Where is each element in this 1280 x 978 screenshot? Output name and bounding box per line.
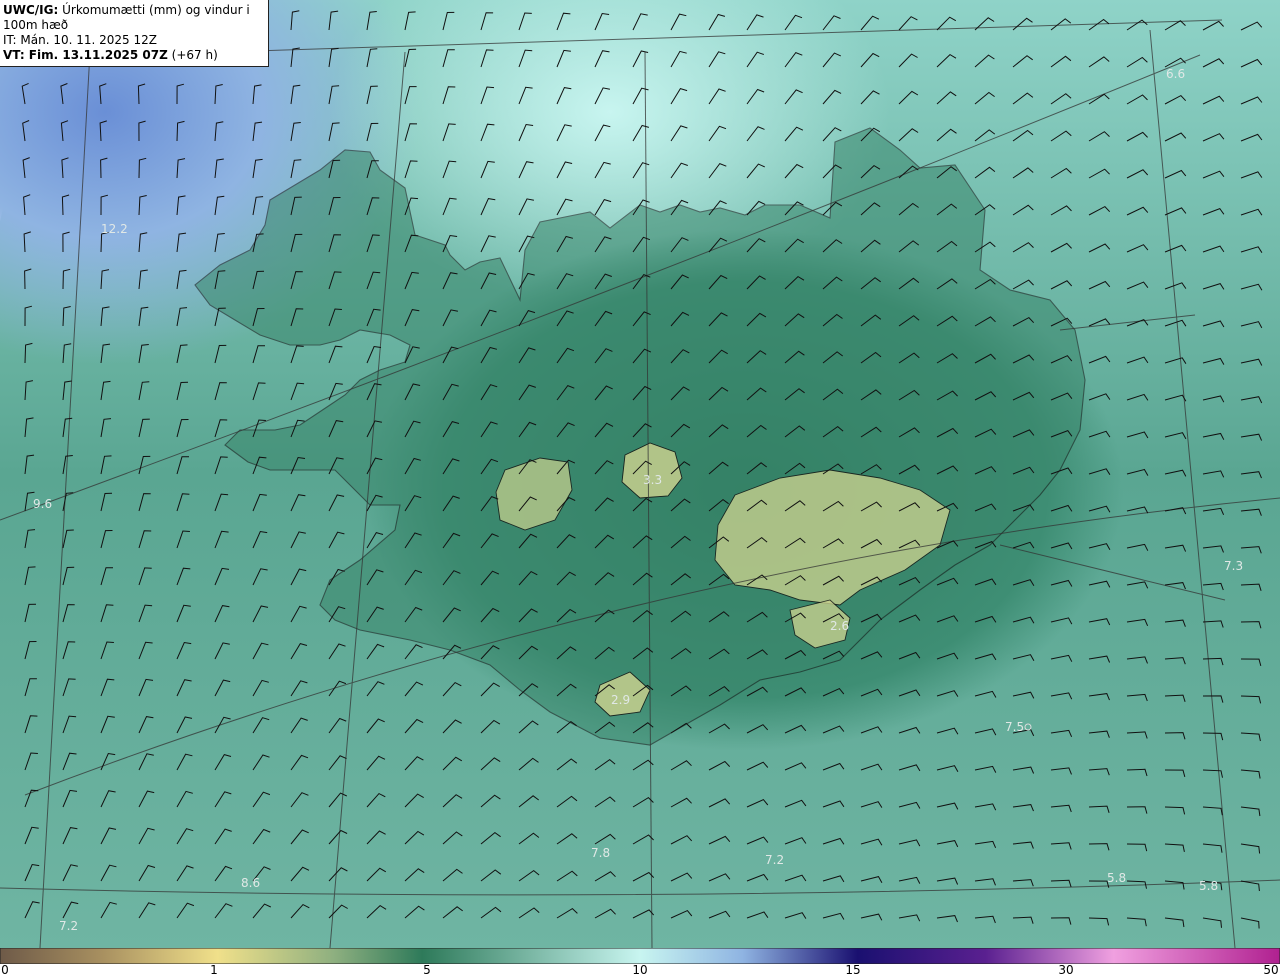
header-title: UWC/IG: Úrkomumætti (mm) og vindur i 100… (3, 3, 262, 33)
weather-map: 12.2 6.6 3.3 7.3 2.6 2.9 7.5 7.8 7.2 5.8… (0, 0, 1280, 948)
header-model: UWC/IG: (3, 3, 59, 17)
header-valid-time: VT: Fim. 13.11.2025 07Z (+67 h) (3, 48, 262, 63)
value-label: 9.6 (33, 497, 52, 511)
value-label: 12.2 (101, 222, 128, 236)
value-label: 5.8 (1199, 879, 1218, 893)
colorbar-label: 30 (1058, 963, 1074, 977)
colorbar-label: 15 (845, 963, 861, 977)
value-label: 2.9 (611, 693, 630, 707)
colorbar-label: 1 (210, 963, 218, 977)
value-label: 6.6 (1166, 67, 1185, 81)
value-label: 7.8 (591, 846, 610, 860)
header-init-time: IT: Mán. 10. 11. 2025 12Z (3, 33, 157, 47)
value-label: 2.6 (830, 619, 849, 633)
value-label: 7.5 (1005, 720, 1024, 734)
colorbar-label: 5 (423, 963, 431, 977)
header-lead-time: (+67 h) (167, 48, 218, 62)
value-label: 7.3 (1224, 559, 1243, 573)
colorbar-gradient (0, 948, 1280, 964)
map-header: UWC/IG: Úrkomumætti (mm) og vindur i 100… (0, 0, 269, 67)
colorbar-label: 10 (632, 963, 648, 977)
colorbar-label: 50 (1263, 963, 1279, 977)
value-label: 7.2 (765, 853, 784, 867)
value-label: 5.8 (1107, 871, 1126, 885)
header-valid-bold: VT: Fim. 13.11.2025 07Z (3, 48, 168, 62)
value-label: 7.2 (59, 919, 78, 933)
value-label: 8.6 (241, 876, 260, 890)
colorbar-label: 0 (1, 963, 9, 977)
value-label: 3.3 (643, 473, 662, 487)
colorbar (0, 948, 1280, 964)
